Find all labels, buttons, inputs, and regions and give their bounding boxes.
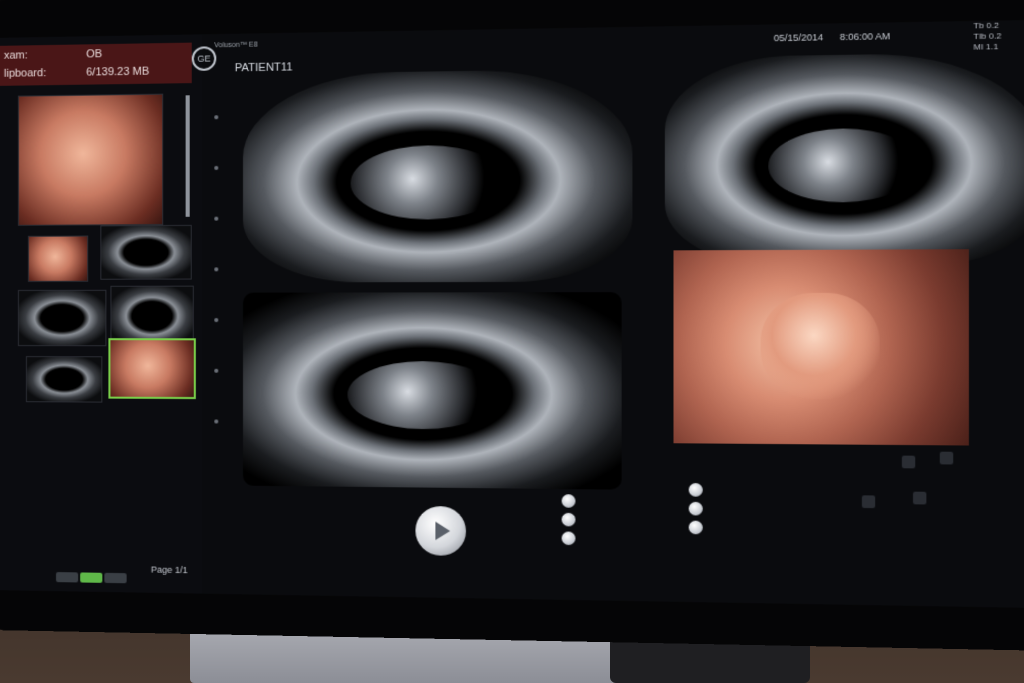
tool-icon[interactable] (913, 491, 927, 505)
readout-line-1: Tb 0.2 (973, 20, 999, 31)
acoustic-readout: Tb 0.2 TIb 0.2 MI 1.1 (973, 20, 1001, 52)
clipboard-scrollbar[interactable] (185, 95, 190, 217)
ultrasound-plane-c[interactable] (242, 292, 622, 490)
monitor: xam: OB lipboard: 6/139.23 MB Page 1/1 G… (0, 0, 1024, 652)
clipboard-page-tabs (56, 569, 129, 588)
tool-icon[interactable] (901, 455, 916, 469)
tool-icon[interactable] (861, 495, 876, 509)
product-name: Voluson™ E8 (214, 41, 258, 50)
exam-value: OB (86, 48, 103, 61)
ultrasound-screen: xam: OB lipboard: 6/139.23 MB Page 1/1 G… (0, 19, 1024, 609)
exam-time: 8:06:00 AM (839, 30, 891, 43)
depth-marker (214, 318, 219, 323)
control-button[interactable] (561, 531, 576, 546)
clipboard-thumbnail-selected[interactable] (108, 338, 196, 400)
exam-header: xam: OB lipboard: 6/139.23 MB (0, 42, 192, 86)
page-tab-1[interactable] (56, 572, 79, 583)
depth-marker (214, 165, 219, 170)
page-tab-3[interactable] (104, 572, 127, 584)
ultrasound-plane-b[interactable] (664, 51, 1024, 267)
play-icon (435, 521, 451, 541)
clipboard-value: 6/139.23 MB (86, 65, 150, 79)
3d-render-view[interactable] (673, 249, 969, 446)
depth-marker (214, 419, 219, 424)
page-indicator: Page 1/1 (150, 564, 188, 576)
control-button[interactable] (688, 501, 703, 516)
control-button[interactable] (688, 520, 703, 535)
control-button[interactable] (688, 483, 703, 497)
clipboard-thumbnail-2[interactable] (27, 235, 89, 282)
clipboard-thumbnail-1[interactable] (17, 93, 164, 226)
control-button[interactable] (561, 512, 576, 527)
exam-label: xam: (3, 49, 28, 62)
tool-icon[interactable] (939, 451, 954, 465)
control-button[interactable] (561, 494, 576, 508)
depth-marker (214, 115, 219, 120)
clipboard-panel: xam: OB lipboard: 6/139.23 MB Page 1/1 (0, 34, 202, 594)
patient-name: PATIENT11 (234, 61, 293, 75)
ultrasound-plane-a[interactable] (242, 68, 633, 283)
clipboard-thumbnail-4[interactable] (17, 289, 107, 347)
exam-date: 05/15/2014 (773, 31, 824, 44)
clipboard-thumbnail-6[interactable] (25, 356, 103, 403)
readout-line-3: MI 1.1 (973, 41, 999, 52)
depth-marker (214, 368, 219, 373)
play-button[interactable] (415, 505, 466, 556)
ge-logo-icon: GE (191, 46, 217, 71)
readout-line-2: TIb 0.2 (973, 31, 1002, 42)
depth-marker (214, 267, 219, 272)
clipboard-thumbnail-3[interactable] (100, 224, 192, 280)
page-tab-2[interactable] (80, 572, 103, 583)
clipboard-label: lipboard: (3, 67, 47, 80)
depth-marker (214, 216, 219, 221)
